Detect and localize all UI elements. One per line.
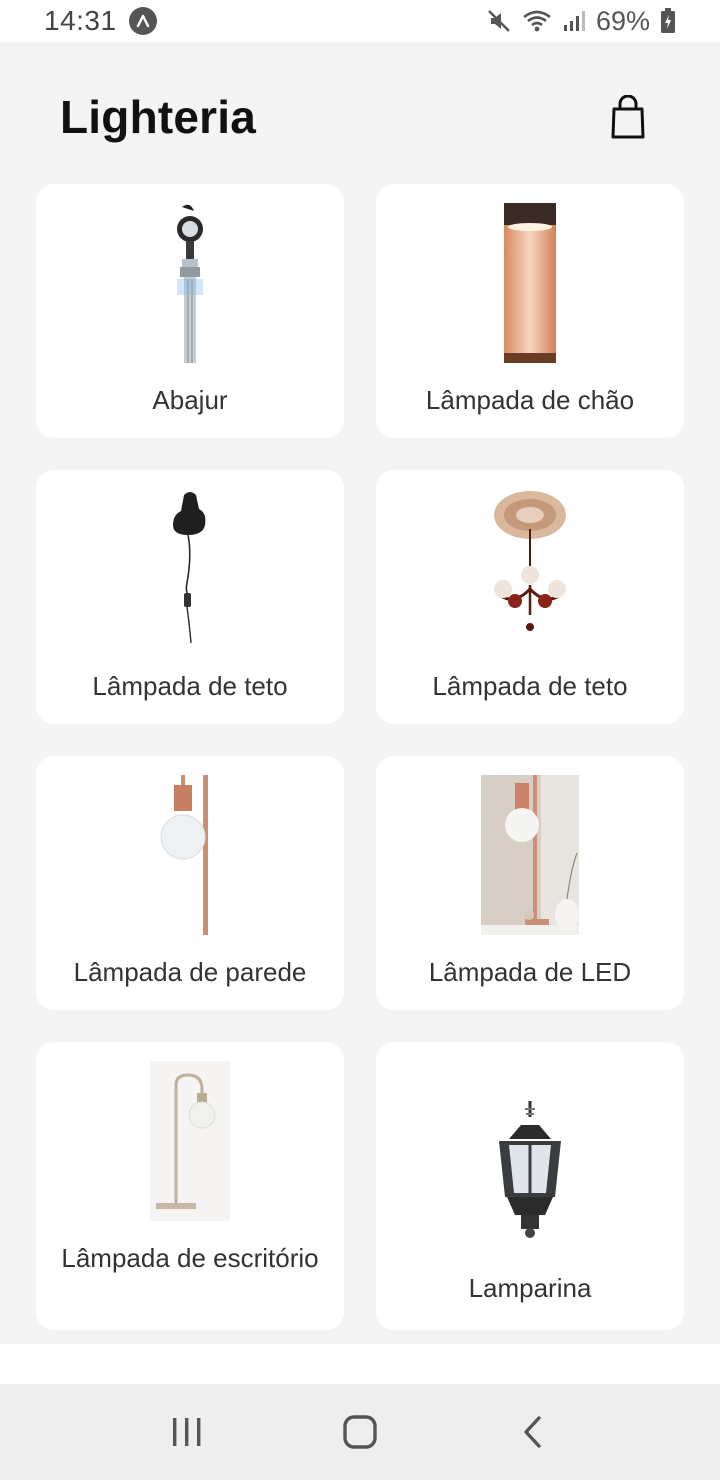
product-card-lampada-de-led[interactable]: Lâmpada de LED xyxy=(376,756,684,1010)
product-label: Lâmpada de chão xyxy=(425,385,635,415)
home-button[interactable] xyxy=(330,1402,390,1462)
wifi-icon xyxy=(522,8,552,34)
product-card-lamparina[interactable]: Lamparina xyxy=(376,1042,684,1330)
product-card-lampada-de-escritorio[interactable]: Lâmpada de escritório xyxy=(36,1042,344,1330)
product-card-lampada-de-parede[interactable]: Lâmpada de parede xyxy=(36,756,344,1010)
app-header: Lighteria xyxy=(0,42,720,182)
floor-lamp-image xyxy=(470,202,590,364)
chandelier-image xyxy=(470,488,590,650)
product-label: Lâmpada de LED xyxy=(428,957,632,987)
product-label: Lâmpada de teto xyxy=(92,671,288,701)
app-notification-icon xyxy=(128,7,157,35)
battery-icon xyxy=(660,8,676,34)
product-label: Lâmpada de escritório xyxy=(61,1243,319,1273)
battery-text: 69% xyxy=(595,5,650,36)
shopping-bag-icon xyxy=(611,95,645,139)
product-label: Abajur xyxy=(152,385,228,415)
recent-apps-icon xyxy=(172,1418,201,1446)
arc-desk-lamp-image xyxy=(130,1060,250,1222)
pendant-lamp-image xyxy=(130,488,250,650)
status-time: 14:31 xyxy=(44,5,117,36)
content-bottom-strip xyxy=(0,1344,720,1384)
mute-icon xyxy=(486,8,512,34)
system-nav-bar xyxy=(0,1384,720,1480)
led-lamp-photo xyxy=(470,774,590,936)
signal-icon xyxy=(562,9,586,33)
home-icon xyxy=(343,1415,377,1449)
back-button[interactable] xyxy=(503,1402,563,1462)
shopping-bag-button[interactable] xyxy=(606,93,650,141)
status-bar: 14:31 69% xyxy=(0,0,720,42)
bulb-rod-lamp-image xyxy=(130,774,250,936)
product-card-abajur[interactable]: Abajur xyxy=(36,184,344,438)
product-label: Lamparina xyxy=(468,1273,592,1303)
app-title: Lighteria xyxy=(60,91,257,143)
product-card-lampada-de-teto-1[interactable]: Lâmpada de teto xyxy=(36,470,344,724)
status-right: 69% xyxy=(486,6,676,37)
status-left: 14:31 xyxy=(44,5,157,37)
product-grid: Abajur Lâmpada de chão Lâmpada de teto L… xyxy=(36,184,684,1330)
lantern-image xyxy=(470,1090,590,1252)
recent-apps-button[interactable] xyxy=(157,1402,217,1462)
back-icon xyxy=(524,1416,542,1448)
product-label: Lâmpada de teto xyxy=(432,671,628,701)
product-label: Lâmpada de parede xyxy=(73,957,307,987)
street-lamp-image xyxy=(130,202,250,364)
product-card-lampada-de-teto-2[interactable]: Lâmpada de teto xyxy=(376,470,684,724)
product-card-lampada-de-chao[interactable]: Lâmpada de chão xyxy=(376,184,684,438)
